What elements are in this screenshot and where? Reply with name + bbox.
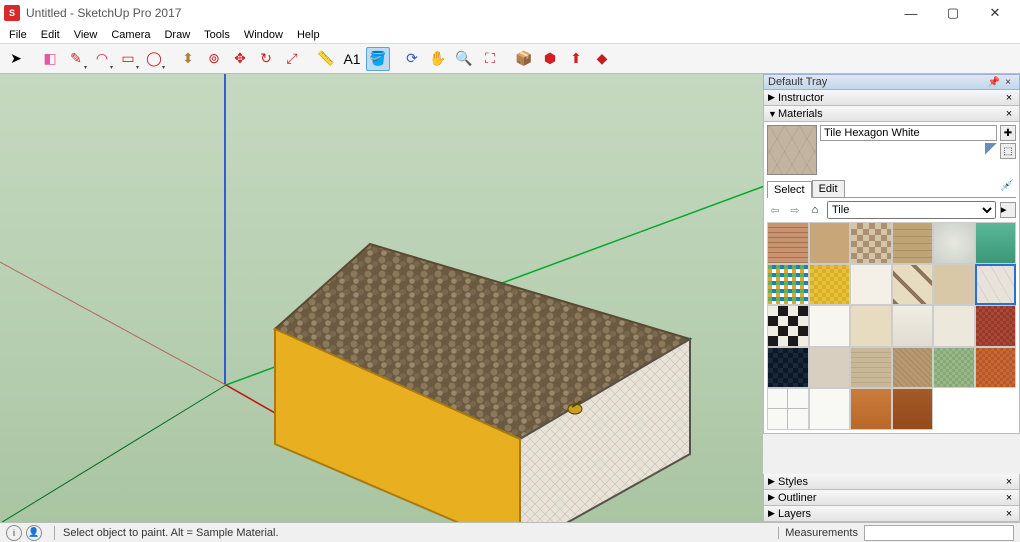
material-category-select[interactable]: Tile — [827, 201, 996, 219]
app-icon: S — [4, 5, 20, 21]
materials-panel: ✚ ⬚ Select Edit 💉 ⇦ ⇨ ⌂ Tile ▸ — [763, 122, 1020, 434]
line-tool[interactable]: ✎ — [64, 47, 88, 71]
tile[interactable] — [933, 264, 975, 306]
menu-camera[interactable]: Camera — [104, 28, 157, 42]
tile[interactable] — [767, 264, 809, 306]
upload-tool[interactable]: ⬆ — [564, 47, 588, 71]
tile[interactable] — [809, 347, 851, 389]
tile[interactable] — [767, 347, 809, 389]
arc-tool[interactable]: ◠ — [90, 47, 114, 71]
measurements-label: Measurements — [778, 527, 864, 539]
panel-layers[interactable]: ▶Layers × — [763, 506, 1020, 522]
default-material-icon[interactable]: ⬚ — [1000, 143, 1016, 159]
rotate-tool[interactable]: ↻ — [254, 47, 278, 71]
text-tool[interactable]: A1 — [340, 47, 364, 71]
extension-tool[interactable]: ◆ — [590, 47, 614, 71]
tray-title: Default Tray — [768, 76, 827, 88]
minimize-button[interactable]: — — [890, 0, 932, 26]
3dwarehouse-tool[interactable]: ⬢ — [538, 47, 562, 71]
tile[interactable] — [850, 264, 892, 306]
tile[interactable] — [767, 388, 809, 430]
menu-edit[interactable]: Edit — [34, 28, 67, 42]
tray-header[interactable]: Default Tray 📌 × — [763, 74, 1020, 90]
tile[interactable] — [933, 222, 975, 264]
tile[interactable] — [933, 347, 975, 389]
tile[interactable] — [809, 388, 851, 430]
tile[interactable] — [850, 347, 892, 389]
tile[interactable] — [850, 222, 892, 264]
orbit-tool[interactable]: ⟳ — [400, 47, 424, 71]
tray-pin-icon[interactable]: 📌 — [987, 77, 1001, 88]
default-tray: Default Tray 📌 × ▶ Instructor × ▼ Materi… — [763, 74, 1020, 522]
tile[interactable] — [892, 222, 934, 264]
pan-tool[interactable]: ✋ — [426, 47, 450, 71]
tile[interactable] — [975, 222, 1017, 264]
eyedropper-icon[interactable]: 💉 — [1000, 179, 1016, 195]
tray-close-icon[interactable]: × — [1001, 77, 1015, 88]
nav-back-icon[interactable]: ⇦ — [767, 202, 783, 218]
tile[interactable] — [809, 264, 851, 306]
panel-materials[interactable]: ▼ Materials × — [763, 106, 1020, 122]
titlebar: S Untitled - SketchUp Pro 2017 — ▢ ✕ — [0, 0, 1020, 26]
status-icon-info[interactable]: i — [6, 525, 22, 541]
tile[interactable] — [892, 264, 934, 306]
status-hint: Select object to paint. Alt = Sample Mat… — [63, 527, 279, 539]
tile[interactable] — [892, 388, 934, 430]
status-icon-user[interactable]: 👤 — [26, 525, 42, 541]
create-material-icon[interactable]: ✚ — [1000, 125, 1016, 141]
nav-forward-icon[interactable]: ⇨ — [787, 202, 803, 218]
tab-select[interactable]: Select — [767, 181, 812, 198]
tile[interactable] — [850, 388, 892, 430]
close-button[interactable]: ✕ — [974, 0, 1016, 26]
tile[interactable] — [809, 222, 851, 264]
select-tool[interactable]: ➤ — [4, 47, 28, 71]
tile-selected[interactable] — [975, 264, 1017, 306]
panel-outliner[interactable]: ▶Outliner × — [763, 490, 1020, 506]
tab-edit[interactable]: Edit — [812, 180, 845, 197]
menu-draw[interactable]: Draw — [157, 28, 197, 42]
move-tool[interactable]: ✥ — [228, 47, 252, 71]
zoom-extents-tool[interactable]: ⛶ — [478, 47, 502, 71]
maximize-button[interactable]: ▢ — [932, 0, 974, 26]
menu-help[interactable]: Help — [290, 28, 327, 42]
menu-window[interactable]: Window — [237, 28, 290, 42]
zoom-tool[interactable]: 🔍 — [452, 47, 476, 71]
pushpull-tool[interactable]: ⬍ — [176, 47, 200, 71]
tile[interactable] — [975, 347, 1017, 389]
menubar: File Edit View Camera Draw Tools Window … — [0, 26, 1020, 44]
toolbar: ➤ ◧✎◠▭◯ ⬍⊚✥↻⤢ 📏A1🪣 ⟳✋🔍⛶ 📦⬢⬆◆ — [0, 44, 1020, 74]
rectangle-tool[interactable]: ▭ — [116, 47, 140, 71]
panel-instructor[interactable]: ▶ Instructor × — [763, 90, 1020, 106]
tile[interactable] — [933, 305, 975, 347]
panel-styles[interactable]: ▶Styles × — [763, 474, 1020, 490]
material-name-input[interactable] — [820, 125, 997, 141]
menu-view[interactable]: View — [67, 28, 105, 42]
tape-tool[interactable]: 📏 — [314, 47, 338, 71]
window-title: Untitled - SketchUp Pro 2017 — [26, 6, 890, 20]
tile[interactable] — [850, 305, 892, 347]
menu-file[interactable]: File — [2, 28, 34, 42]
eraser-tool[interactable]: ◧ — [38, 47, 62, 71]
tile[interactable] — [892, 347, 934, 389]
material-tiles — [767, 222, 1016, 430]
component-tool[interactable]: 📦 — [512, 47, 536, 71]
statusbar: i 👤 Select object to paint. Alt = Sample… — [0, 522, 1020, 542]
tile[interactable] — [975, 305, 1017, 347]
paint-tool[interactable]: 🪣 — [366, 47, 390, 71]
menu-tools[interactable]: Tools — [197, 28, 237, 42]
viewport[interactable] — [0, 74, 763, 522]
circle-tool[interactable]: ◯ — [142, 47, 166, 71]
material-menu-icon[interactable]: ▸ — [1000, 202, 1016, 218]
tile[interactable] — [809, 305, 851, 347]
tile[interactable] — [767, 305, 809, 347]
scale-tool[interactable]: ⤢ — [280, 47, 304, 71]
nav-home-icon[interactable]: ⌂ — [807, 202, 823, 218]
color-corner-icon[interactable] — [985, 143, 997, 155]
current-material-swatch[interactable] — [767, 125, 817, 175]
tile[interactable] — [767, 222, 809, 264]
measurements-input[interactable] — [864, 525, 1014, 541]
offset-tool[interactable]: ⊚ — [202, 47, 226, 71]
tile[interactable] — [892, 305, 934, 347]
